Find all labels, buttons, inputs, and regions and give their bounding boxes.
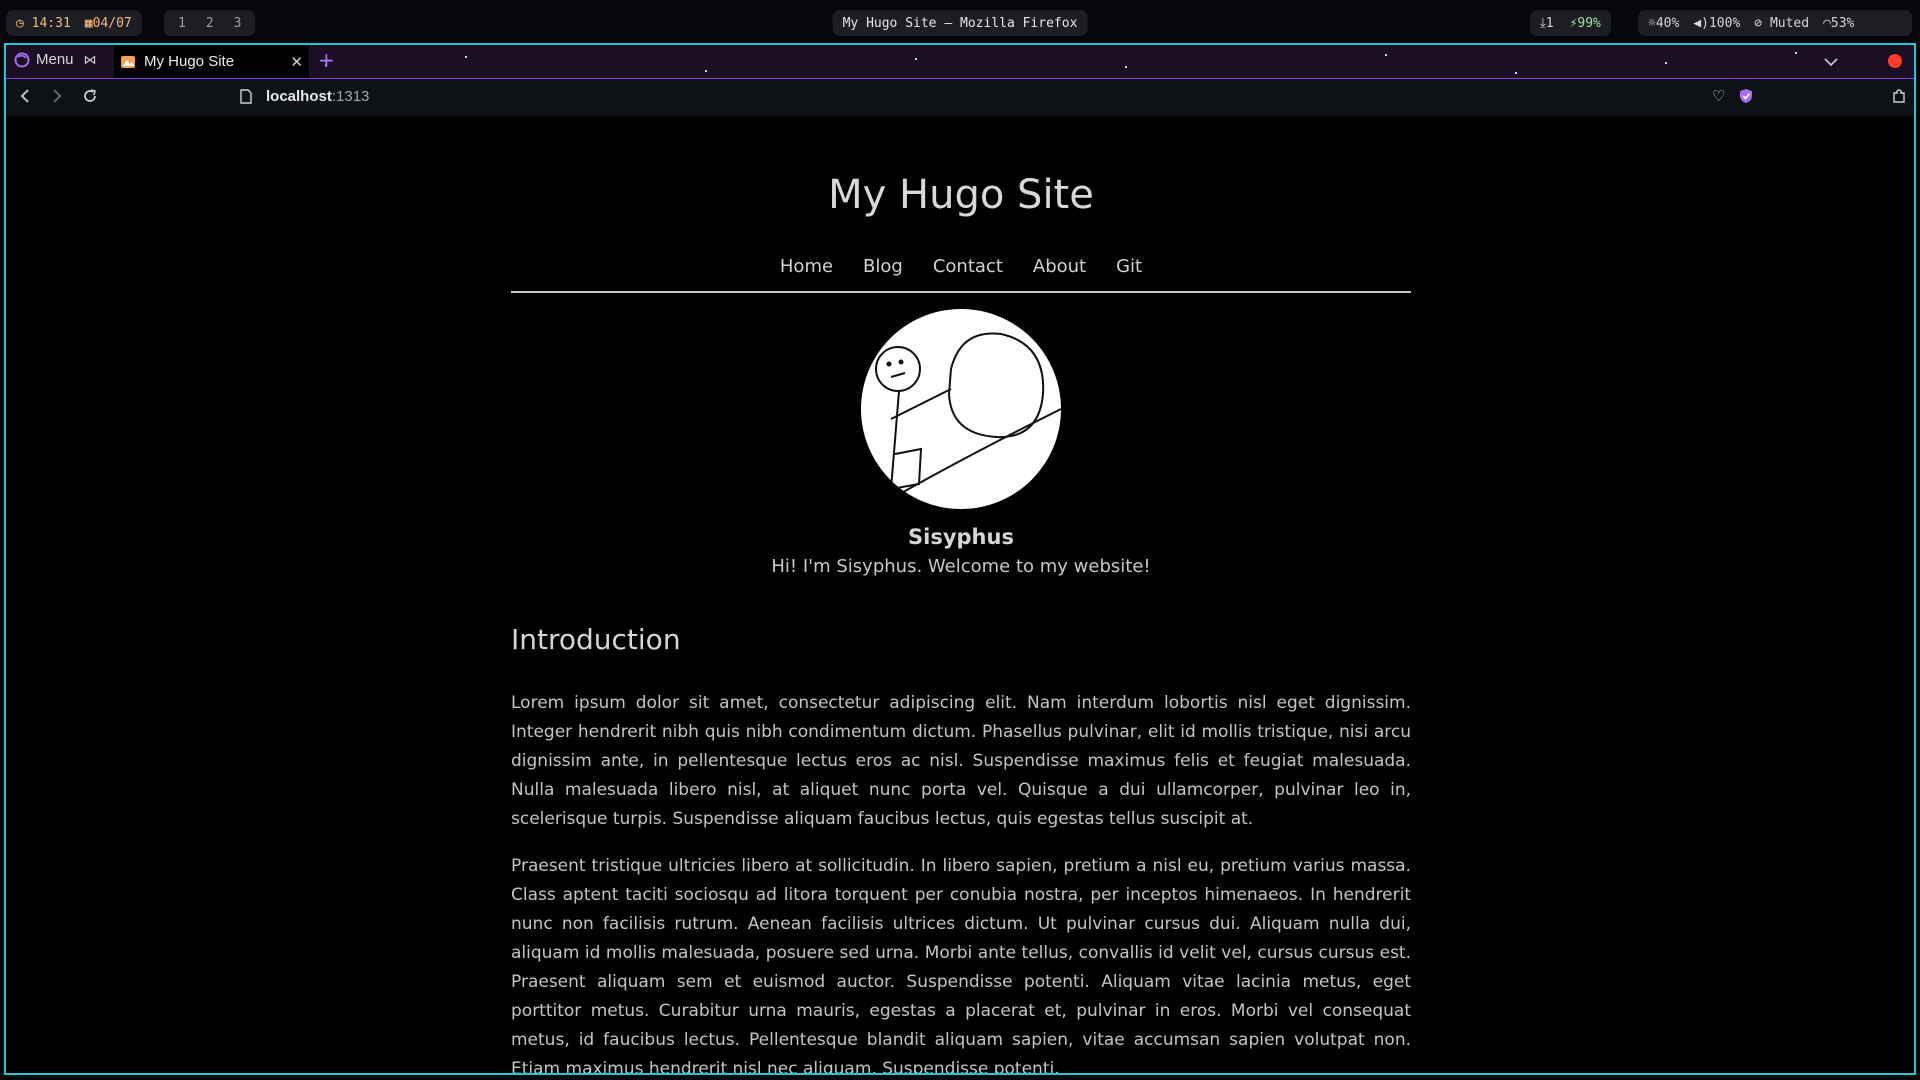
page-favicon-icon [121,55,135,68]
tab-bar: Menu ⋈ My Hugo Site ✕ + [6,45,1914,79]
url-port: :1313 [331,88,370,105]
menu-label: Menu [36,51,74,68]
back-button[interactable] [18,88,32,104]
avatar [861,309,1061,509]
chevron-down-icon [1824,58,1838,67]
nav-link-about[interactable]: About [1033,256,1086,277]
clock-time: 14:31 [31,15,71,31]
battery-level: 99% [1577,15,1601,31]
page-info-icon[interactable] [240,89,252,104]
author-name: Sisyphus [908,525,1014,549]
reload-button[interactable] [82,88,98,104]
workspace-switcher: 1 2 3 [164,10,256,36]
section-heading: Introduction [511,623,681,656]
list-all-tabs-button[interactable] [1824,52,1838,71]
extensions-puzzle-icon[interactable] [1892,88,1906,104]
clock-icon: ◷ [16,15,24,31]
clock-date-widget[interactable]: ◷ 14:31 ▦04/07 [6,10,142,36]
brightness-level: 40% [1655,15,1680,31]
tab-title: My Hugo Site [144,53,235,70]
workspace-1[interactable]: 1 [178,16,186,31]
url-host: localhost [266,88,332,105]
mask-icon: ⋈ [83,51,97,67]
navigation-toolbar: localhost:1313 ♡ [6,79,1914,116]
paragraph-2: Praesent tristique ultricies libero at s… [511,856,1411,1075]
system-status-bar: ◷ 14:31 ▦04/07 1 2 3 My Hugo Site — Mozi… [0,0,1920,45]
firefox-icon [14,52,30,67]
workspace-3[interactable]: 3 [234,16,242,31]
downloads-battery-widget[interactable]: ⤓1 ⚡99% [1530,10,1611,36]
system-controls-widget: ☼40% ◀)100% ⊘ Muted ◠53% [1638,10,1912,36]
calendar-icon: ▦ [84,15,93,31]
volume-control[interactable]: ◀)100% [1693,16,1740,31]
wifi-control[interactable]: ◠53% [1823,16,1854,31]
firefox-window: Menu ⋈ My Hugo Site ✕ + localhost:1313 ♡… [4,43,1916,1075]
brightness-icon: ☼ [1648,15,1656,31]
speaker-icon: ◀) [1693,15,1709,31]
paragraph-1: Lorem ipsum dolor sit amet, consectetur … [511,693,1411,829]
tab-my-hugo-site[interactable]: My Hugo Site ✕ [114,45,309,78]
recording-indicator-icon [1888,54,1902,68]
workspace-2[interactable]: 2 [206,16,214,31]
active-window-title: My Hugo Site — Mozilla Firefox [832,10,1088,36]
downloads-count: 1 [1545,15,1554,31]
menu-button[interactable]: Menu ⋈ [14,51,97,68]
page-viewport: My Hugo Site Home Blog Contact About Git [6,116,1914,1075]
nav-link-blog[interactable]: Blog [863,256,903,277]
new-tab-button[interactable]: + [318,48,335,72]
volume-level: 100% [1708,15,1741,31]
site-nav: Home Blog Contact About Git [511,256,1411,277]
author-bio: Hi! I'm Sisyphus. Welcome to my website! [771,556,1151,577]
url-bar[interactable]: localhost:1313 [240,88,369,105]
forward-button[interactable] [50,88,64,104]
microphone-muted-icon: ⊘ [1754,15,1763,31]
wifi-strength: 53% [1830,15,1855,31]
nav-link-home[interactable]: Home [780,256,833,277]
brightness-control[interactable]: ☼40% [1648,16,1679,31]
nav-link-contact[interactable]: Contact [933,256,1003,277]
wifi-icon: ◠ [1823,15,1831,31]
bookmark-heart-icon[interactable]: ♡ [1712,87,1725,105]
shield-icon[interactable] [1739,88,1753,104]
nav-link-git[interactable]: Git [1116,256,1142,277]
header-divider [511,291,1411,293]
site-title[interactable]: My Hugo Site [511,172,1411,218]
microphone-control[interactable]: ⊘ Muted [1754,16,1809,31]
microphone-status: Muted [1769,15,1810,31]
sisyphus-drawing-icon [875,332,1061,500]
close-tab-icon[interactable]: ✕ [290,53,303,71]
date-text: 04/07 [92,15,132,31]
